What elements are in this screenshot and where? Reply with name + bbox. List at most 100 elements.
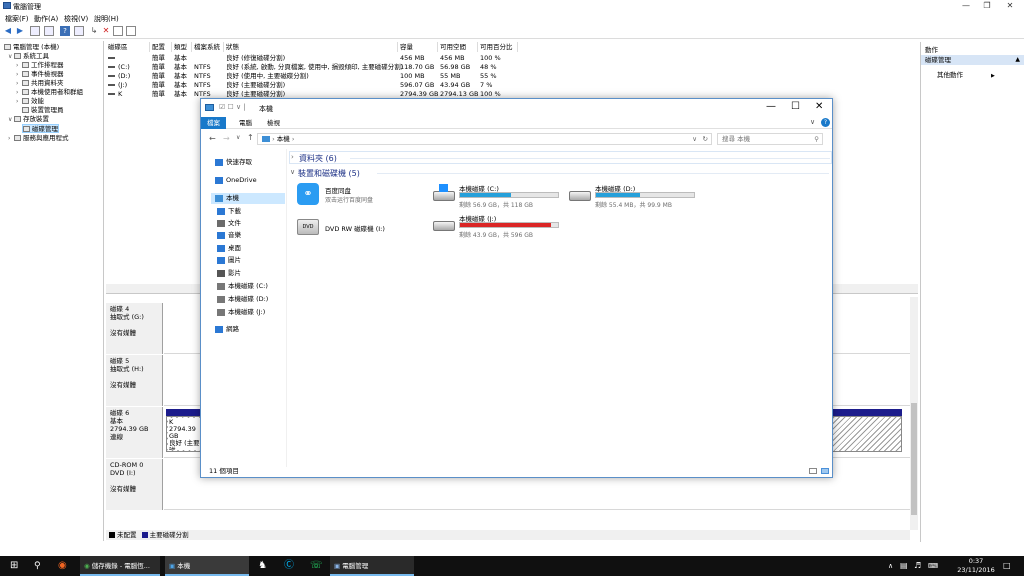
- menu-view[interactable]: 檢視(V): [64, 14, 88, 24]
- up-arrow-icon[interactable]: ↑: [247, 133, 254, 142]
- clock[interactable]: 0:37 23/11/2016: [954, 557, 998, 575]
- volume-icon[interactable]: ♬: [914, 556, 921, 576]
- notifications-icon[interactable]: □: [1003, 556, 1011, 576]
- column-header-percent-free[interactable]: 可用百分比: [478, 42, 518, 52]
- quick-access-toolbar-icon[interactable]: ☑ ☐ ∨ |: [219, 103, 246, 111]
- nav-item[interactable]: 本機磁碟 (J:): [217, 307, 265, 318]
- taskbar-item-chrome[interactable]: ◉ 儲存機錄 - 電腦恆...: [80, 556, 160, 576]
- menu-action[interactable]: 動作(A): [34, 14, 58, 24]
- devices-group[interactable]: ∨ 裝置和磁碟機 (5): [289, 167, 832, 180]
- tree-item-event-viewer[interactable]: › 事件檢視器: [16, 70, 64, 79]
- column-header-capacity[interactable]: 容量: [398, 42, 438, 52]
- vertical-scrollbar[interactable]: [910, 297, 918, 530]
- address-dropdown-icon[interactable]: ∨: [692, 134, 697, 144]
- tray-chevron-up-icon[interactable]: ∧: [888, 556, 893, 576]
- baidu-cloud-item[interactable]: ⚭ 百度同盘 双击运行百度同盘: [297, 183, 417, 209]
- column-header-free-space[interactable]: 可用空間: [438, 42, 478, 52]
- breadcrumb-this-pc[interactable]: 本機: [277, 135, 290, 143]
- check-icon[interactable]: [113, 26, 123, 36]
- tree-item-services[interactable]: › 服務與應用程式: [8, 134, 69, 143]
- menu-help[interactable]: 說明(H): [94, 14, 119, 24]
- help-icon[interactable]: ?: [821, 118, 830, 127]
- tree-item-shared-folders[interactable]: › 共用資料夾: [16, 79, 64, 88]
- column-header-type[interactable]: 類型: [172, 42, 192, 52]
- tree-item-system-tools[interactable]: ∨ 系統工具: [8, 52, 49, 61]
- search-icon[interactable]: ⚲: [34, 556, 41, 576]
- up-folder-icon[interactable]: [30, 26, 40, 36]
- large-icons-view-icon[interactable]: [821, 468, 829, 474]
- close-button[interactable]: ✕: [999, 0, 1021, 11]
- dvd-drive-item[interactable]: DVD DVD RW 磁碟機 (I:): [297, 215, 417, 241]
- details-view-icon[interactable]: [809, 468, 817, 474]
- folders-group[interactable]: › 資料夾 (6): [289, 151, 832, 164]
- forward-arrow-icon[interactable]: ▶: [15, 26, 25, 36]
- start-windows-icon[interactable]: ⊞: [10, 556, 18, 576]
- drive-item[interactable]: 本機磁碟 (J:) 剩餘 43.9 GB，共 596 GB: [433, 213, 563, 239]
- network-icon[interactable]: ▤: [900, 556, 908, 576]
- more-actions-link[interactable]: 其他動作 ▶: [937, 69, 995, 79]
- column-header-filesystem[interactable]: 檔案系統: [192, 42, 224, 52]
- column-header-volume[interactable]: 磁碟區: [106, 42, 150, 52]
- tree-item-disk-management[interactable]: 磁碟管理: [22, 124, 59, 133]
- tree-item-device-manager[interactable]: 裝置管理員: [22, 106, 64, 115]
- properties-icon[interactable]: [74, 26, 84, 36]
- column-header-layout[interactable]: 配置: [150, 42, 172, 52]
- tab-computer[interactable]: 電腦: [233, 117, 258, 129]
- tree-item-local-users[interactable]: › 本機使用者和群組: [16, 88, 83, 97]
- skype-icon[interactable]: Ⓒ: [284, 556, 294, 576]
- whatsapp-icon[interactable]: ☏: [310, 556, 323, 576]
- tree-item-performance[interactable]: › 效能: [16, 97, 44, 106]
- firefox-icon[interactable]: ◉: [58, 556, 67, 576]
- tree-item-computer-management[interactable]: 電腦管理 (本機): [4, 43, 59, 52]
- expand-ribbon-icon[interactable]: ∨: [810, 118, 815, 126]
- minimize-button[interactable]: —: [955, 0, 977, 11]
- nav-item[interactable]: 文件: [217, 218, 241, 229]
- chevron-down-icon[interactable]: ∨: [290, 168, 295, 176]
- nav-item[interactable]: 網路: [215, 324, 239, 335]
- maximize-button[interactable]: ❐: [976, 0, 998, 11]
- collapse-up-icon[interactable]: ▲: [1015, 55, 1020, 65]
- scroll-thumb[interactable]: [911, 403, 917, 515]
- delete-icon[interactable]: ✕: [101, 26, 111, 36]
- actions-section-disk-management[interactable]: 磁碟管理 ▲: [921, 55, 1024, 65]
- help-icon[interactable]: ?: [60, 26, 70, 36]
- taskbar-item-explorer[interactable]: ▣ 本機: [165, 556, 249, 576]
- refresh-icon[interactable]: ↻: [703, 134, 708, 144]
- tab-view[interactable]: 檢視: [261, 117, 286, 129]
- keyboard-icon[interactable]: ⌨: [928, 556, 938, 576]
- drive-item[interactable]: 本機磁碟 (D:) 剩餘 55.4 MB，共 99.9 MB: [569, 183, 699, 209]
- nav-item[interactable]: 下載: [217, 206, 241, 217]
- view-icon[interactable]: [126, 26, 136, 36]
- taskbar-item-computer-management[interactable]: ▣ 電腦管理: [330, 556, 414, 576]
- table-row[interactable]: 簡單 基本 良好 (修復磁碟分割) 456 MB 456 MB 100 %: [106, 54, 518, 63]
- minimize-button[interactable]: —: [766, 101, 776, 112]
- back-arrow-icon[interactable]: ←: [209, 134, 216, 143]
- drive-item[interactable]: 本機磁碟 (C:) 剩餘 56.9 GB，共 118 GB: [433, 183, 563, 209]
- table-row[interactable]: (J:) 簡單 基本 NTFS 良好 (主要磁碟分割) 596.07 GB 43.94 GB…: [106, 81, 518, 90]
- nav-item[interactable]: 本機磁碟 (D:): [217, 294, 268, 305]
- nav-item[interactable]: 影片: [217, 268, 241, 279]
- console-tree-icon[interactable]: [44, 26, 54, 36]
- nav-item[interactable]: 本機磁碟 (C:): [217, 281, 268, 292]
- column-header-status[interactable]: 狀態: [224, 42, 398, 52]
- maximize-button[interactable]: ☐: [791, 101, 800, 112]
- back-arrow-icon[interactable]: ◀: [3, 26, 13, 36]
- connect-icon[interactable]: ↳: [89, 26, 99, 36]
- table-row[interactable]: (C:) 簡單 基本 NTFS 良好 (系統, 啟動, 分頁檔案, 使用中, 損毀傾印,…: [106, 63, 518, 72]
- tree-item-task-scheduler[interactable]: › 工作排程器: [16, 61, 64, 70]
- nav-item[interactable]: OneDrive: [215, 175, 257, 186]
- nav-item[interactable]: 桌面: [217, 243, 241, 254]
- nav-item[interactable]: 快速存取: [215, 157, 252, 168]
- menu-file[interactable]: 檔案(F): [5, 14, 29, 24]
- close-button[interactable]: ✕: [815, 101, 823, 112]
- recent-dropdown-icon[interactable]: ∨: [236, 134, 240, 141]
- address-bar[interactable]: › 本機 › ∨ ↻: [257, 133, 712, 145]
- nav-item[interactable]: 圖片: [217, 255, 241, 266]
- nav-item[interactable]: 本機: [211, 193, 285, 204]
- forward-arrow-icon[interactable]: →: [223, 134, 230, 143]
- chevron-right-icon[interactable]: ›: [291, 153, 294, 161]
- tab-file[interactable]: 檔案: [201, 117, 226, 129]
- tree-item-storage[interactable]: ∨ 存放裝置: [8, 115, 49, 124]
- table-row[interactable]: (D:) 簡單 基本 NTFS 良好 (使用中, 主要磁碟分割) 100 MB 55 MB 5…: [106, 72, 518, 81]
- search-input[interactable]: 搜尋 本機 ⚲: [717, 133, 823, 145]
